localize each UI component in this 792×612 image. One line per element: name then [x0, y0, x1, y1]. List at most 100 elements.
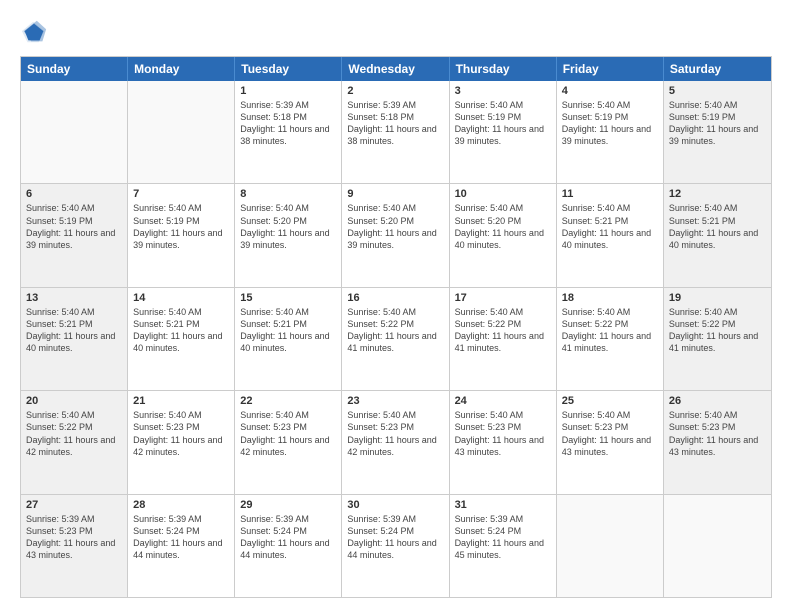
cell-info: Sunset: 5:24 PM — [347, 525, 443, 537]
cell-info: Sunrise: 5:40 AM — [347, 202, 443, 214]
cell-info: Daylight: 11 hours and 39 minutes. — [562, 123, 658, 147]
cell-info: Sunrise: 5:40 AM — [133, 409, 229, 421]
day-number: 6 — [26, 188, 122, 200]
cell-info: Daylight: 11 hours and 39 minutes. — [26, 227, 122, 251]
cell-info: Daylight: 11 hours and 43 minutes. — [669, 434, 766, 458]
day-number: 8 — [240, 188, 336, 200]
day-number: 10 — [455, 188, 551, 200]
cell-info: Daylight: 11 hours and 40 minutes. — [455, 227, 551, 251]
day-number: 4 — [562, 85, 658, 97]
cell-info: Sunrise: 5:40 AM — [133, 306, 229, 318]
header-day-wednesday: Wednesday — [342, 57, 449, 81]
header — [20, 18, 772, 46]
calendar-cell — [128, 81, 235, 183]
day-number: 11 — [562, 188, 658, 200]
cell-info: Sunrise: 5:40 AM — [669, 306, 766, 318]
cell-info: Sunrise: 5:40 AM — [26, 306, 122, 318]
cell-info: Daylight: 11 hours and 41 minutes. — [455, 330, 551, 354]
cell-info: Sunset: 5:22 PM — [562, 318, 658, 330]
cell-info: Daylight: 11 hours and 40 minutes. — [240, 330, 336, 354]
calendar-cell: 26Sunrise: 5:40 AMSunset: 5:23 PMDayligh… — [664, 391, 771, 493]
cell-info: Sunrise: 5:40 AM — [133, 202, 229, 214]
calendar-cell: 7Sunrise: 5:40 AMSunset: 5:19 PMDaylight… — [128, 184, 235, 286]
calendar-header: SundayMondayTuesdayWednesdayThursdayFrid… — [21, 57, 771, 81]
day-number: 3 — [455, 85, 551, 97]
cell-info: Sunset: 5:20 PM — [240, 215, 336, 227]
calendar-cell: 17Sunrise: 5:40 AMSunset: 5:22 PMDayligh… — [450, 288, 557, 390]
calendar-cell: 23Sunrise: 5:40 AMSunset: 5:23 PMDayligh… — [342, 391, 449, 493]
day-number: 22 — [240, 395, 336, 407]
header-day-sunday: Sunday — [21, 57, 128, 81]
cell-info: Daylight: 11 hours and 41 minutes. — [562, 330, 658, 354]
day-number: 21 — [133, 395, 229, 407]
cell-info: Sunrise: 5:40 AM — [669, 202, 766, 214]
day-number: 29 — [240, 499, 336, 511]
header-day-tuesday: Tuesday — [235, 57, 342, 81]
calendar-cell: 15Sunrise: 5:40 AMSunset: 5:21 PMDayligh… — [235, 288, 342, 390]
cell-info: Sunrise: 5:40 AM — [347, 409, 443, 421]
cell-info: Daylight: 11 hours and 40 minutes. — [133, 330, 229, 354]
cell-info: Daylight: 11 hours and 44 minutes. — [133, 537, 229, 561]
cell-info: Sunrise: 5:39 AM — [347, 99, 443, 111]
cell-info: Sunset: 5:18 PM — [240, 111, 336, 123]
cell-info: Sunset: 5:24 PM — [455, 525, 551, 537]
cell-info: Sunrise: 5:40 AM — [562, 409, 658, 421]
cell-info: Sunrise: 5:40 AM — [26, 409, 122, 421]
cell-info: Daylight: 11 hours and 42 minutes. — [240, 434, 336, 458]
cell-info: Sunrise: 5:40 AM — [562, 306, 658, 318]
cell-info: Daylight: 11 hours and 43 minutes. — [562, 434, 658, 458]
header-day-monday: Monday — [128, 57, 235, 81]
calendar-cell: 16Sunrise: 5:40 AMSunset: 5:22 PMDayligh… — [342, 288, 449, 390]
cell-info: Sunrise: 5:40 AM — [347, 306, 443, 318]
cell-info: Sunrise: 5:39 AM — [133, 513, 229, 525]
cell-info: Sunrise: 5:40 AM — [669, 409, 766, 421]
cell-info: Sunrise: 5:40 AM — [240, 409, 336, 421]
calendar-cell — [557, 495, 664, 597]
cell-info: Sunset: 5:19 PM — [669, 111, 766, 123]
calendar-cell — [664, 495, 771, 597]
calendar-cell: 13Sunrise: 5:40 AMSunset: 5:21 PMDayligh… — [21, 288, 128, 390]
cell-info: Sunset: 5:23 PM — [26, 525, 122, 537]
day-number: 28 — [133, 499, 229, 511]
cell-info: Daylight: 11 hours and 39 minutes. — [347, 227, 443, 251]
cell-info: Sunset: 5:24 PM — [133, 525, 229, 537]
cell-info: Daylight: 11 hours and 44 minutes. — [240, 537, 336, 561]
cell-info: Sunrise: 5:40 AM — [669, 99, 766, 111]
calendar-cell: 31Sunrise: 5:39 AMSunset: 5:24 PMDayligh… — [450, 495, 557, 597]
calendar-cell: 18Sunrise: 5:40 AMSunset: 5:22 PMDayligh… — [557, 288, 664, 390]
cell-info: Sunset: 5:19 PM — [133, 215, 229, 227]
cell-info: Daylight: 11 hours and 41 minutes. — [347, 330, 443, 354]
cell-info: Sunset: 5:24 PM — [240, 525, 336, 537]
cell-info: Sunset: 5:21 PM — [133, 318, 229, 330]
cell-info: Sunrise: 5:40 AM — [562, 99, 658, 111]
cell-info: Sunrise: 5:40 AM — [455, 409, 551, 421]
calendar-week-5: 27Sunrise: 5:39 AMSunset: 5:23 PMDayligh… — [21, 494, 771, 597]
cell-info: Sunset: 5:22 PM — [669, 318, 766, 330]
day-number: 1 — [240, 85, 336, 97]
cell-info: Daylight: 11 hours and 40 minutes. — [669, 227, 766, 251]
cell-info: Daylight: 11 hours and 38 minutes. — [347, 123, 443, 147]
cell-info: Daylight: 11 hours and 45 minutes. — [455, 537, 551, 561]
calendar-cell: 9Sunrise: 5:40 AMSunset: 5:20 PMDaylight… — [342, 184, 449, 286]
day-number: 23 — [347, 395, 443, 407]
page: SundayMondayTuesdayWednesdayThursdayFrid… — [0, 0, 792, 612]
calendar-cell: 11Sunrise: 5:40 AMSunset: 5:21 PMDayligh… — [557, 184, 664, 286]
calendar-cell: 4Sunrise: 5:40 AMSunset: 5:19 PMDaylight… — [557, 81, 664, 183]
cell-info: Daylight: 11 hours and 41 minutes. — [669, 330, 766, 354]
cell-info: Daylight: 11 hours and 42 minutes. — [133, 434, 229, 458]
cell-info: Sunset: 5:23 PM — [133, 421, 229, 433]
calendar-cell: 29Sunrise: 5:39 AMSunset: 5:24 PMDayligh… — [235, 495, 342, 597]
calendar-cell: 21 Sunrise: 5:40 AMSunset: 5:23 PMDayligh… — [128, 391, 235, 493]
cell-info: Sunset: 5:23 PM — [347, 421, 443, 433]
cell-info: Sunrise: 5:40 AM — [26, 202, 122, 214]
cell-info: Sunrise: 5:40 AM — [240, 202, 336, 214]
calendar-cell: 20Sunrise: 5:40 AMSunset: 5:22 PMDayligh… — [21, 391, 128, 493]
calendar-cell — [21, 81, 128, 183]
calendar-cell: 19Sunrise: 5:40 AMSunset: 5:22 PMDayligh… — [664, 288, 771, 390]
cell-info: Sunrise: 5:39 AM — [455, 513, 551, 525]
cell-info: Daylight: 11 hours and 40 minutes. — [562, 227, 658, 251]
day-number: 15 — [240, 292, 336, 304]
cell-info: Daylight: 11 hours and 39 minutes. — [133, 227, 229, 251]
cell-info: Daylight: 11 hours and 39 minutes. — [455, 123, 551, 147]
cell-info: Sunset: 5:23 PM — [669, 421, 766, 433]
